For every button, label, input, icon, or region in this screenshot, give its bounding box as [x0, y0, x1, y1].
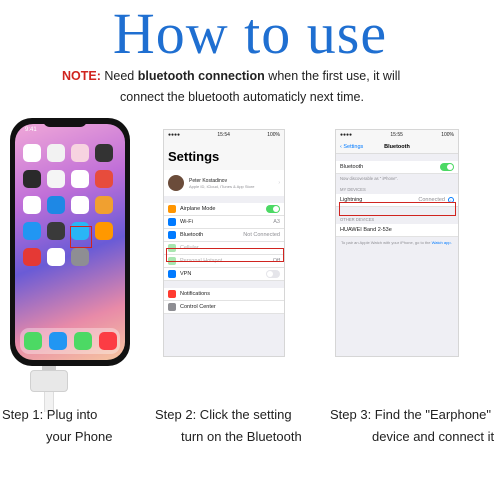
step-1-line1: Step 1: Plug into — [2, 407, 98, 422]
phone-notch — [43, 118, 87, 127]
profile-row[interactable]: Peter Kostadinov Apple ID, iCloud, iTune… — [164, 170, 284, 196]
row-label: Control Center — [180, 304, 216, 310]
app-icon — [71, 196, 89, 214]
app-icon — [23, 248, 41, 266]
dock — [20, 328, 120, 354]
note-part: Need — [100, 69, 138, 83]
phone-clock: 9:41 — [25, 127, 37, 133]
row-bluetooth[interactable]: Bluetooth Not Connected — [164, 229, 284, 242]
signal-icon: ●●●● — [168, 132, 181, 138]
app-icon — [47, 144, 65, 162]
battery-level: 100% — [441, 132, 454, 138]
app-icon — [71, 170, 89, 188]
row-control-center[interactable]: Control Center — [164, 301, 284, 314]
app-icon — [23, 222, 41, 240]
row-vpn[interactable]: VPN — [164, 268, 284, 281]
messages-app-icon — [73, 332, 92, 350]
note-bold: bluetooth connection — [137, 69, 265, 83]
app-icon — [71, 144, 89, 162]
bluetooth-highlight-box — [166, 248, 284, 262]
note-line2: connect the bluetooth automaticly next t… — [120, 90, 364, 104]
battery-level: 100% — [267, 132, 280, 138]
status-time: 15:54 — [217, 132, 230, 138]
app-icon — [47, 196, 65, 214]
lightning-adapter — [30, 370, 68, 392]
app-icon — [95, 144, 113, 162]
app-icon — [95, 222, 113, 240]
app-icon — [47, 222, 65, 240]
step-1-line2: your Phone — [46, 429, 113, 444]
row-label: Notifications — [180, 291, 210, 297]
app-icon — [47, 248, 65, 266]
settings-highlight-box — [70, 226, 92, 248]
step-2-line1: Step 2: Click the setting — [155, 407, 292, 422]
footer-line: To pair an Apple Watch with your iPhone,… — [341, 240, 431, 245]
device-name: HUAWEI Band 2-53e — [340, 227, 392, 233]
step-3: Step 3: Find the "Earphone" device and c… — [330, 404, 500, 448]
row-label: Wi-Fi — [180, 219, 193, 225]
nav-title: Bluetooth — [384, 143, 410, 150]
app-icon — [95, 170, 113, 188]
app-icon — [23, 196, 41, 214]
my-devices-header: MY DEVICES — [340, 187, 366, 192]
music-app-icon — [98, 332, 117, 350]
page-title: How to use — [112, 1, 388, 66]
row-label: VPN — [180, 271, 192, 277]
row-label: Bluetooth — [180, 232, 204, 238]
row-notifications[interactable]: Notifications — [164, 288, 284, 301]
app-icon — [47, 170, 65, 188]
vpn-toggle[interactable] — [266, 270, 280, 278]
nav-bar: ‹ Settings Bluetooth — [336, 140, 458, 154]
app-icon — [23, 170, 41, 188]
signal-icon: ●●●● — [340, 132, 353, 138]
bluetooth-icon — [168, 231, 176, 239]
row-value: Not Connected — [243, 232, 280, 238]
app-icon — [95, 196, 113, 214]
wifi-icon — [168, 218, 176, 226]
settings-heading: Settings — [164, 140, 284, 170]
settings-app-icon — [71, 248, 89, 266]
row-wifi[interactable]: Wi-Fi A3 — [164, 216, 284, 229]
note-part: when the first use, it will — [264, 69, 401, 83]
row-label: Airplane Mode — [180, 206, 216, 212]
device-highlight-box — [339, 202, 456, 216]
airplane-icon — [168, 205, 176, 213]
footer-text: To pair an Apple Watch with your iPhone,… — [336, 237, 458, 248]
step-2: Step 2: Click the setting turn on the Bl… — [155, 404, 330, 448]
bluetooth-screen: ●●●● 15:55 100% ‹ Settings Bluetooth Blu… — [335, 129, 459, 357]
settings-screen: ●●●● 15:54 100% Settings Peter Kostadino… — [163, 129, 285, 357]
note-text: NOTE: Need bluetooth connection when the… — [62, 66, 462, 108]
vpn-icon — [168, 270, 176, 278]
row-airplane-mode[interactable]: Airplane Mode — [164, 203, 284, 216]
bluetooth-toggle-row[interactable]: Bluetooth — [336, 161, 458, 174]
status-time: 15:55 — [390, 132, 403, 138]
step-3-line1: Step 3: Find the "Earphone" — [330, 407, 492, 422]
other-device-row[interactable]: HUAWEI Band 2-53e — [336, 224, 458, 237]
avatar — [168, 175, 184, 191]
safari-app-icon — [48, 332, 67, 350]
bluetooth-toggle[interactable] — [440, 163, 454, 171]
control-center-icon — [168, 303, 176, 311]
status-bar: ●●●● 15:54 100% — [164, 130, 284, 140]
row-value: A3 — [273, 219, 280, 225]
profile-sub: Apple ID, iCloud, iTunes & App Store — [189, 183, 255, 189]
note-label: NOTE: — [62, 69, 101, 83]
watch-app-link[interactable]: Watch app. — [432, 240, 452, 245]
airplane-toggle[interactable] — [266, 205, 280, 213]
chevron-right-icon: › — [278, 180, 280, 186]
row-label: Bluetooth — [340, 164, 364, 170]
app-icon — [23, 144, 41, 162]
discoverable-text: Now discoverable as " iPhone". — [340, 176, 399, 181]
step-3-line2: device and connect it — [372, 429, 495, 444]
notifications-icon — [168, 290, 176, 298]
phone-app-icon — [23, 332, 42, 350]
step-2-line2: turn on the Bluetooth — [181, 429, 302, 444]
iphone-image: 9:41 — [10, 118, 130, 366]
step-1: Step 1: Plug into your Phone — [2, 404, 152, 448]
status-bar: ●●●● 15:55 100% — [336, 130, 458, 140]
